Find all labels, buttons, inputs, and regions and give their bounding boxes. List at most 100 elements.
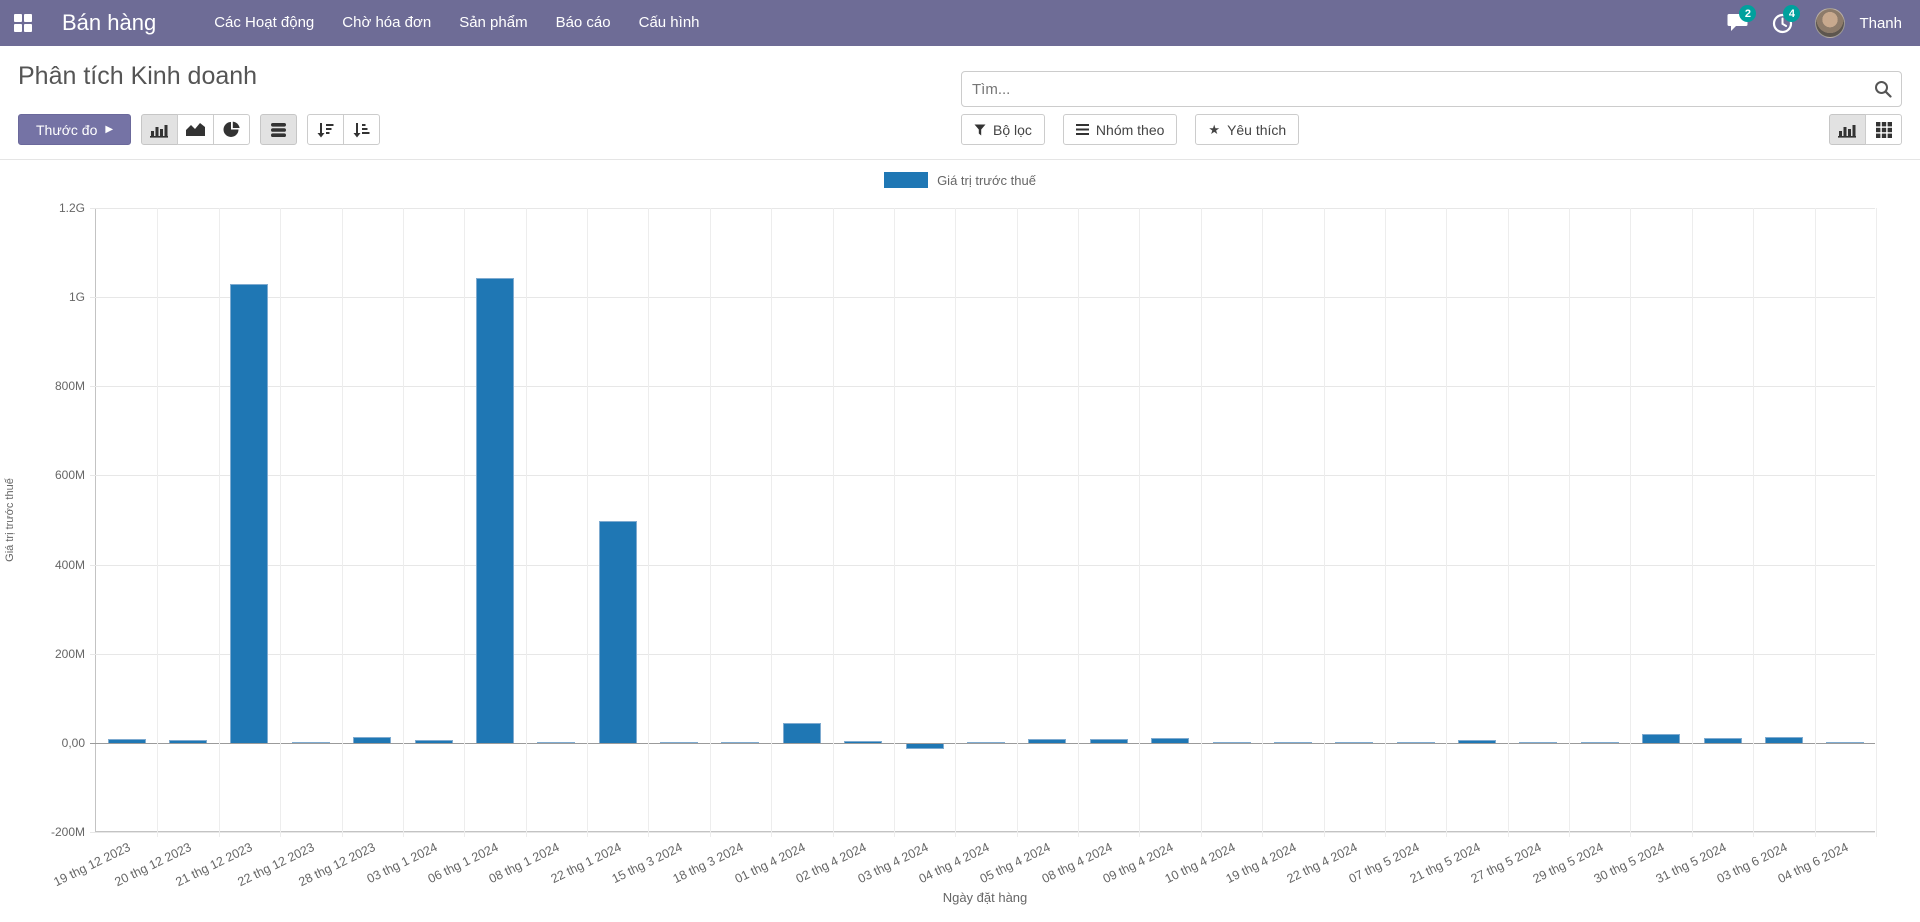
x-gridline — [464, 208, 465, 837]
legend-label: Giá trị trước thuế — [937, 173, 1036, 188]
sort-asc-button[interactable] — [343, 114, 380, 145]
x-gridline — [1508, 208, 1509, 837]
bar[interactable] — [1519, 742, 1557, 743]
bar[interactable] — [967, 742, 1005, 743]
stacked-icon — [270, 122, 287, 138]
x-gridline — [526, 208, 527, 837]
zero-line — [90, 743, 1875, 744]
bar[interactable] — [1028, 739, 1066, 743]
bar[interactable] — [169, 740, 207, 743]
pie-chart-button[interactable] — [213, 114, 250, 145]
menu-activities[interactable]: Các Hoạt động — [200, 0, 328, 46]
activities-button[interactable]: 4 — [1763, 0, 1801, 46]
bar[interactable] — [1397, 742, 1435, 743]
y-gridline — [90, 297, 1875, 298]
bar[interactable] — [844, 741, 882, 743]
graph-view-button[interactable] — [1829, 114, 1866, 145]
menu-to-invoice[interactable]: Chờ hóa đơn — [328, 0, 445, 46]
bar[interactable] — [1090, 739, 1128, 743]
y-tick-label: 400M — [5, 558, 85, 572]
user-name[interactable]: Thanh — [1859, 15, 1902, 32]
bar[interactable] — [108, 739, 146, 743]
x-axis-title: Ngày đặt hàng — [95, 890, 1875, 905]
stacked-button[interactable] — [260, 114, 297, 145]
messages-button[interactable]: 2 — [1719, 0, 1757, 46]
menu-reporting[interactable]: Báo cáo — [542, 0, 625, 46]
graph-view-icon — [1838, 122, 1857, 138]
search-icon[interactable] — [1874, 80, 1892, 98]
x-gridline — [1078, 208, 1079, 837]
y-gridline — [90, 832, 1875, 833]
bar[interactable] — [476, 278, 514, 743]
y-tick-label: 1.2G — [5, 201, 85, 215]
x-gridline — [894, 208, 895, 837]
pivot-view-button[interactable] — [1865, 114, 1902, 145]
bar[interactable] — [1581, 742, 1619, 743]
bar[interactable] — [1335, 742, 1373, 743]
plot-area: 1.2G1G800M600M400M200M0,00-200M — [95, 208, 1875, 832]
bar[interactable] — [1458, 740, 1496, 743]
pie-chart-icon — [223, 121, 240, 138]
menu-products[interactable]: Sản phẩm — [445, 0, 541, 46]
x-gridline — [342, 208, 343, 837]
groupby-button[interactable]: Nhóm theo — [1063, 114, 1177, 145]
favorites-button[interactable]: ★ Yêu thích — [1195, 114, 1299, 145]
sort-desc-button[interactable] — [307, 114, 344, 145]
bar[interactable] — [292, 742, 330, 743]
bar[interactable] — [537, 742, 575, 743]
bar[interactable] — [783, 723, 821, 743]
top-navbar: Bán hàng Các Hoạt động Chờ hóa đơn Sản p… — [0, 0, 1920, 46]
bar[interactable] — [721, 742, 759, 743]
search-input[interactable] — [961, 71, 1902, 107]
bar[interactable] — [1274, 742, 1312, 743]
bar[interactable] — [1765, 737, 1803, 743]
x-gridline — [1630, 208, 1631, 837]
bar[interactable] — [1826, 742, 1864, 743]
bar[interactable] — [353, 737, 391, 743]
bar[interactable] — [1213, 742, 1251, 743]
x-gridline — [219, 208, 220, 837]
groupby-label: Nhóm theo — [1096, 122, 1164, 138]
x-gridline — [1815, 208, 1816, 837]
bar[interactable] — [230, 284, 268, 743]
measures-button[interactable]: Thước đo ▶ — [18, 114, 131, 145]
bar[interactable] — [599, 521, 637, 743]
x-gridline — [157, 208, 158, 837]
y-tick-label: 0,00 — [5, 736, 85, 750]
x-gridline — [1201, 208, 1202, 837]
sort-desc-icon — [317, 122, 334, 138]
bar[interactable] — [660, 742, 698, 743]
bar[interactable] — [906, 744, 944, 749]
bar[interactable] — [1642, 734, 1680, 743]
caret-right-icon: ▶ — [105, 124, 113, 135]
apps-menu-button[interactable] — [0, 0, 46, 46]
x-gridline — [1446, 208, 1447, 837]
bar-chart-icon — [150, 122, 169, 138]
y-gridline — [90, 386, 1875, 387]
bar[interactable] — [1151, 738, 1189, 743]
x-gridline — [1385, 208, 1386, 837]
search-options: Bộ lọc Nhóm theo ★ Yêu thích — [961, 114, 1299, 145]
bar-chart-button[interactable] — [141, 114, 178, 145]
bar[interactable] — [1704, 738, 1742, 743]
bar[interactable] — [415, 740, 453, 743]
favorites-label: Yêu thích — [1227, 122, 1286, 138]
user-avatar[interactable] — [1815, 8, 1845, 38]
graph-view: Giá trị trước thuế Giá trị trước thuế 1.… — [0, 160, 1920, 922]
sort-group — [307, 114, 380, 145]
filters-button[interactable]: Bộ lọc — [961, 114, 1045, 145]
x-gridline — [587, 208, 588, 837]
funnel-icon — [974, 124, 986, 136]
area-chart-icon — [186, 122, 206, 137]
x-gridline — [1017, 208, 1018, 837]
y-tick-label: 600M — [5, 468, 85, 482]
x-gridline — [833, 208, 834, 837]
graph-toolbar: Thước đo ▶ — [18, 114, 380, 145]
line-chart-button[interactable] — [177, 114, 214, 145]
page-title: Phân tích Kinh doanh — [18, 62, 257, 91]
legend-item[interactable]: Giá trị trước thuế — [0, 172, 1920, 188]
y-tick-label: 200M — [5, 647, 85, 661]
view-switcher — [1829, 114, 1902, 145]
menu-configuration[interactable]: Cấu hình — [625, 0, 714, 46]
x-gridline — [1262, 208, 1263, 837]
